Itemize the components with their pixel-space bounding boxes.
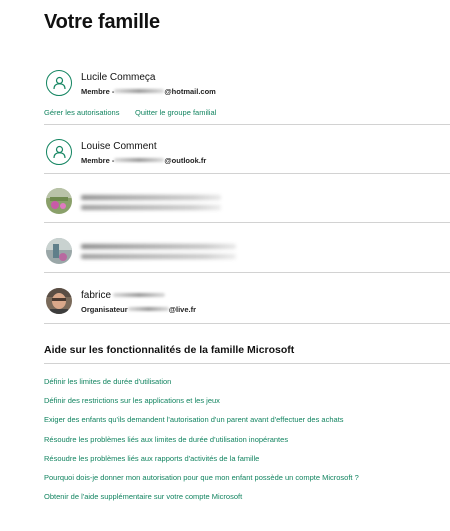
- avatar: [46, 288, 72, 314]
- help-link-app-restrictions[interactable]: Définir des restrictions sur les applica…: [44, 396, 220, 405]
- divider: [44, 222, 450, 223]
- redacted-name: [81, 195, 221, 200]
- person-icon: [46, 139, 72, 165]
- divider: [44, 363, 450, 364]
- divider: [44, 124, 450, 125]
- member-email: Membre - @outlook.fr: [81, 155, 206, 165]
- redacted-email: [81, 205, 221, 210]
- redacted-email: [114, 158, 165, 163]
- member-email-domain: @live.fr: [168, 304, 197, 314]
- divider: [44, 323, 450, 324]
- leave-group-link[interactable]: Quitter le groupe familial: [135, 108, 216, 117]
- member-name: Lucile Commeça: [81, 72, 156, 83]
- member-name-text: fabrice: [81, 290, 112, 301]
- help-link-why-consent[interactable]: Pourquoi dois-je donner mon autorisation…: [44, 473, 359, 482]
- page-title: Votre famille: [44, 11, 160, 33]
- person-icon: [46, 70, 72, 96]
- member-name: Louise Comment: [81, 141, 157, 152]
- member-role: Membre -: [81, 86, 115, 96]
- help-link-fix-screen-time[interactable]: Résoudre les problèmes liés aux limites …: [44, 435, 288, 444]
- redacted-email: [127, 307, 169, 312]
- redacted-name: [81, 244, 236, 249]
- divider: [44, 272, 450, 273]
- redacted-email: [114, 89, 165, 94]
- member-email: Organisateur @live.fr: [81, 304, 196, 314]
- avatar: [46, 238, 72, 264]
- help-link-screen-time-limits[interactable]: Définir les limites de durée d'utilisati…: [44, 377, 171, 386]
- help-section-title: Aide sur les fonctionnalités de la famil…: [44, 344, 295, 356]
- avatar: [46, 188, 72, 214]
- member-name: fabrice: [81, 290, 166, 301]
- help-link-fix-activity-reports[interactable]: Résoudre les problèmes liés aux rapports…: [44, 454, 259, 463]
- redacted-email: [81, 254, 236, 259]
- member-role: Membre -: [81, 155, 115, 165]
- member-email-domain: @outlook.fr: [164, 155, 207, 165]
- member-email-domain: @hotmail.com: [164, 86, 216, 96]
- help-link-purchase-approval[interactable]: Exiger des enfants qu'ils demandent l'au…: [44, 415, 344, 424]
- help-link-more-help[interactable]: Obtenir de l'aide supplémentaire sur vot…: [44, 492, 242, 501]
- redacted-name: [113, 293, 166, 298]
- family-page: Votre famille Lucile Commeça Membre - @ho…: [0, 0, 450, 531]
- member-role: Organisateur: [81, 304, 128, 314]
- divider: [44, 173, 450, 174]
- manage-permissions-link[interactable]: Gérer les autorisations: [44, 108, 119, 117]
- member-email: Membre - @hotmail.com: [81, 86, 216, 96]
